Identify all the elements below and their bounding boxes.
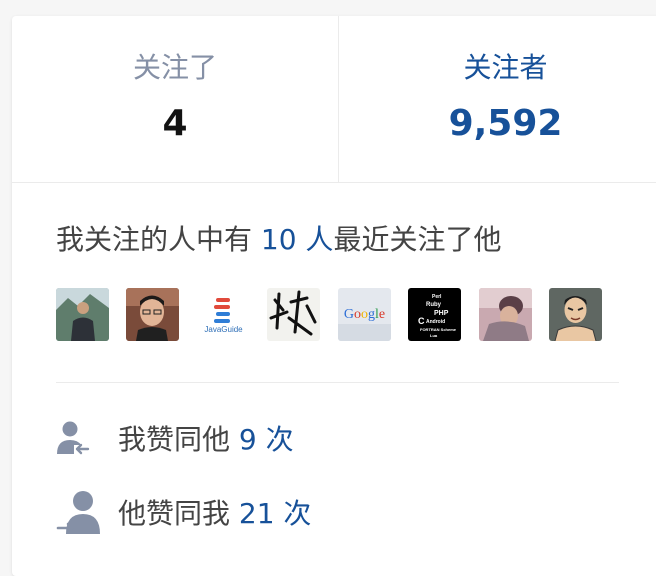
person-photo-blur-icon <box>479 288 532 341</box>
avatar-2[interactable] <box>126 288 179 341</box>
following-value: 4 <box>162 103 188 144</box>
profile-follow-card: 关注了 4 关注者 9,592 我关注的人中有 10 人最近关注了他 JavaG… <box>12 16 656 576</box>
calligraphy-icon <box>267 288 320 341</box>
mutual-prefix: 我关注的人中有 <box>56 223 261 256</box>
liked-me-label: 他赞同我 <box>118 497 239 530</box>
javaguide-logo-icon: JavaGuide <box>197 288 250 341</box>
person-photo-icon <box>56 288 109 341</box>
avatar-8[interactable] <box>549 288 602 341</box>
mutual-count-link[interactable]: 10 人 <box>261 223 334 256</box>
avatar-1[interactable] <box>56 288 109 341</box>
svg-text:Ruby: Ruby <box>426 302 442 308</box>
liked-him-label: 我赞同他 <box>118 423 239 456</box>
svg-text:Perl: Perl <box>432 294 442 300</box>
followers-value: 9,592 <box>448 103 563 144</box>
avatar-5[interactable]: Google <box>338 288 391 341</box>
svg-text:Android: Android <box>426 319 445 325</box>
user-arrow-out-icon <box>56 491 100 534</box>
liked-him-count: 9 次 <box>238 423 294 456</box>
svg-text:JavaGuide: JavaGuide <box>204 325 243 334</box>
following-label: 关注了 <box>132 51 217 84</box>
following-count-link[interactable]: 关注了 4 <box>12 16 338 182</box>
svg-text:C: C <box>418 316 425 326</box>
svg-text:PHP: PHP <box>434 310 449 317</box>
google-logo-icon: Google <box>338 288 391 341</box>
user-arrow-in-icon <box>57 421 90 455</box>
avatar-6[interactable]: Perl Ruby PHP C Android FORTRAN Scheme L… <box>408 288 461 341</box>
avatar-4[interactable] <box>267 288 320 341</box>
mutual-followers-text: 我关注的人中有 10 人最近关注了他 <box>56 220 501 260</box>
follow-counts: 关注了 4 关注者 9,592 <box>12 16 656 183</box>
followers-label: 关注者 <box>463 51 548 84</box>
svg-text:Google: Google <box>344 307 385 322</box>
mutual-suffix: 最近关注了他 <box>333 223 502 256</box>
svg-text:Lua: Lua <box>430 333 438 338</box>
svg-text:FORTRAN Scheme: FORTRAN Scheme <box>420 327 457 332</box>
typography-poster-icon: Perl Ruby PHP C Android FORTRAN Scheme L… <box>408 288 461 341</box>
person-glasses-photo-icon <box>126 288 179 341</box>
avatar-7[interactable] <box>479 288 532 341</box>
avatar-3[interactable]: JavaGuide <box>197 288 250 341</box>
liked-me-count: 21 次 <box>238 497 312 530</box>
cartoon-avatar-icon <box>549 288 602 341</box>
followers-count-link[interactable]: 关注者 9,592 <box>339 16 656 182</box>
section-divider <box>56 382 619 383</box>
